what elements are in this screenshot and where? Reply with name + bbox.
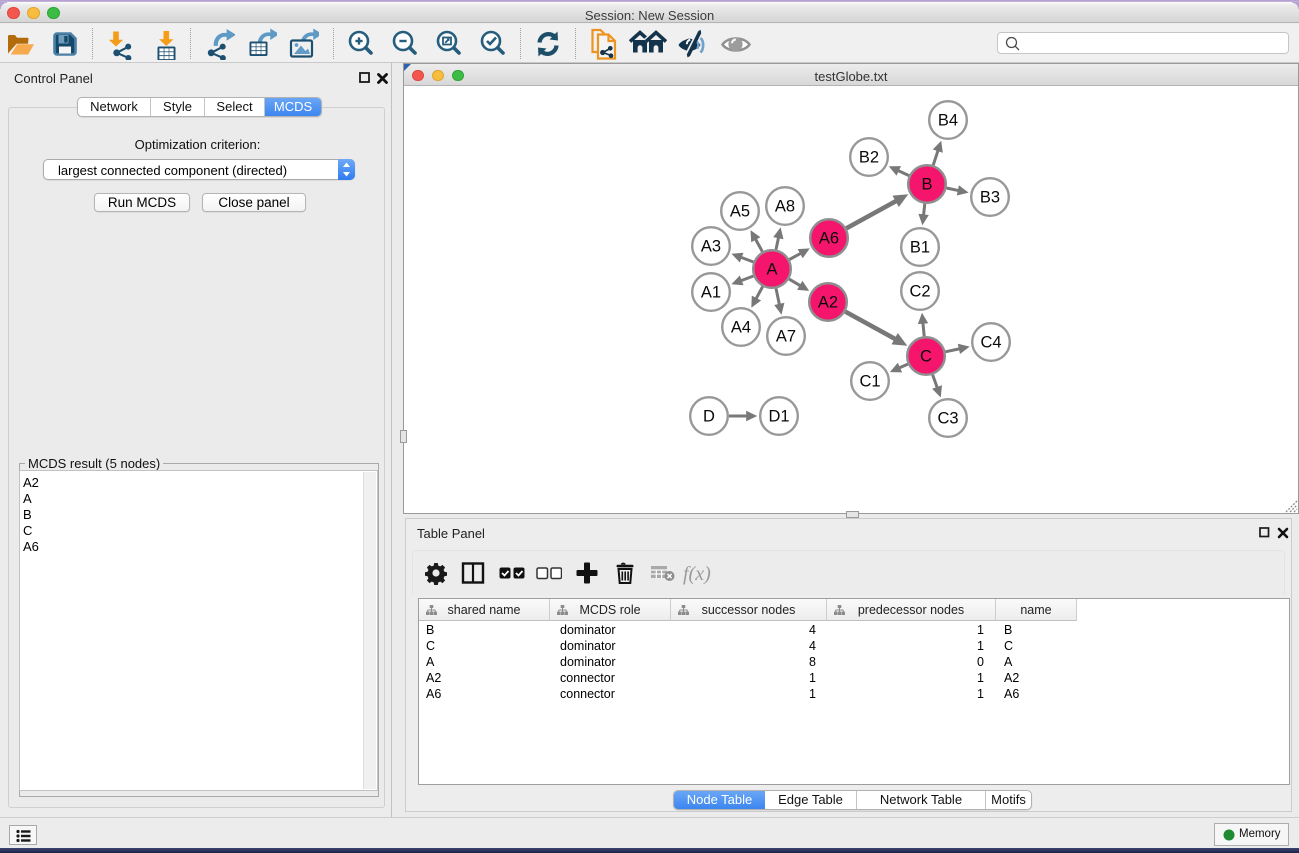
svg-text:B: B xyxy=(921,176,932,194)
svg-text:B4: B4 xyxy=(938,112,958,130)
svg-text:A8: A8 xyxy=(775,198,795,216)
svg-text:D: D xyxy=(703,408,715,426)
svg-text:A2: A2 xyxy=(818,294,838,312)
svg-text:C3: C3 xyxy=(937,410,958,428)
svg-text:C4: C4 xyxy=(980,334,1001,352)
svg-text:A5: A5 xyxy=(730,203,750,221)
svg-text:A7: A7 xyxy=(776,328,796,346)
svg-text:C2: C2 xyxy=(909,283,930,301)
svg-text:A6: A6 xyxy=(819,230,839,248)
svg-text:B2: B2 xyxy=(859,149,879,167)
svg-text:B3: B3 xyxy=(980,189,1000,207)
svg-text:C1: C1 xyxy=(859,373,880,391)
svg-text:A1: A1 xyxy=(701,284,721,302)
svg-text:B1: B1 xyxy=(910,239,930,257)
svg-text:C: C xyxy=(920,348,932,366)
svg-text:A: A xyxy=(766,261,777,279)
svg-text:D1: D1 xyxy=(768,408,789,426)
svg-text:A3: A3 xyxy=(701,238,721,256)
svg-text:A4: A4 xyxy=(731,319,751,337)
